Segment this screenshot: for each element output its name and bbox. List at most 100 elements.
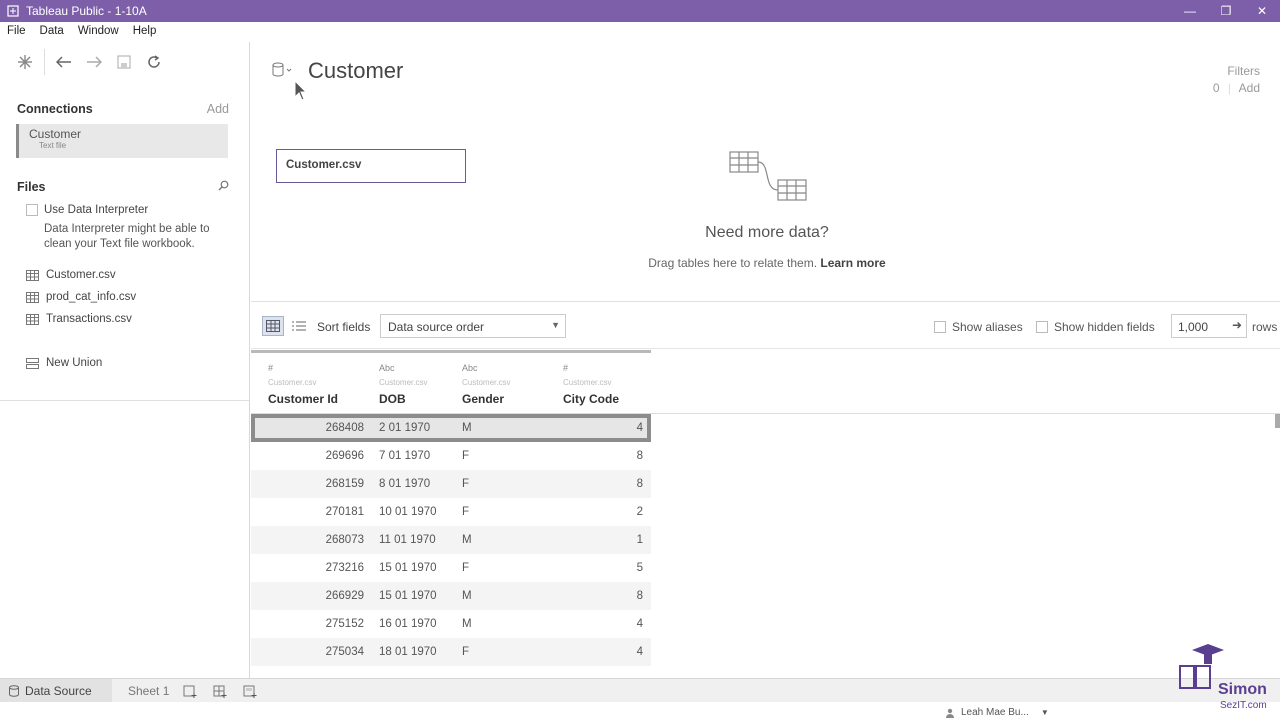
data-interpreter-label: Use Data Interpreter [44,204,149,216]
list-view-icon [292,321,306,331]
use-data-interpreter[interactable]: Use Data Interpreter [0,194,249,216]
new-union-item[interactable]: New Union [0,352,249,374]
data-source-title[interactable]: Customer [308,58,403,84]
menu-help[interactable]: Help [126,22,164,42]
menu-file[interactable]: File [0,22,33,42]
sheet-tab-1[interactable]: Sheet 1 [128,684,169,698]
rows-label: rows [1252,320,1278,334]
file-item-transactions[interactable]: Transactions.csv [0,308,249,330]
tableau-logo-icon[interactable] [10,47,40,77]
search-files-icon[interactable] [218,180,229,194]
table-row[interactable]: 266929 15 01 1970 M 8 [251,582,651,610]
sort-fields-select[interactable]: Data source order ▼ [380,314,566,338]
user-menu[interactable]: Leah Mae Bu... ▼ [945,707,1049,718]
table-row[interactable]: 273216 15 01 1970 F 5 [251,554,651,582]
status-bar: Leah Mae Bu... ▼ [0,702,1280,720]
column-source: Customer.csv [268,378,317,387]
table-cell: 15 01 1970 [379,590,437,602]
new-story-icon[interactable] [242,683,258,699]
table-row[interactable]: 268408 2 01 1970 M 4 [251,414,651,442]
table-cell: F [462,562,470,574]
show-aliases-label: Show aliases [952,320,1023,334]
chevron-down-icon: ▼ [551,320,560,330]
column-name: Gender [462,392,505,406]
table-cell: 16 01 1970 [379,618,437,630]
data-interpreter-checkbox[interactable] [26,204,38,216]
interpreter-note-line-1: Data Interpreter might be able to [44,223,210,235]
table-cell: 5 [636,562,643,574]
table-row[interactable]: 270181 10 01 1970 F 2 [251,498,651,526]
rows-count-input[interactable]: 1,000 ➜ [1171,314,1247,338]
menu-window[interactable]: Window [71,22,126,42]
column-source: Customer.csv [462,378,511,387]
table-cell: M [462,534,472,546]
connection-item-customer[interactable]: Customer Text file [16,124,228,158]
simon-sezit-watermark: Simon SezIT.com [1160,642,1276,712]
grid-view-button[interactable] [262,316,284,336]
connection-name: Customer [29,127,82,141]
number-type-icon[interactable]: # [268,363,338,377]
table-row[interactable]: 268073 11 01 1970 M 1 [251,526,651,554]
list-view-button[interactable] [288,316,310,336]
vertical-scrollbar[interactable] [1275,414,1280,428]
column-header-customer-id[interactable]: # Customer.csv Customer Id [268,353,338,406]
window-titlebar: Tableau Public - 1-10A — ❐ ✕ [0,0,1280,22]
column-header-city-code[interactable]: # Customer.csv City Code [563,353,619,406]
number-type-icon[interactable]: # [563,363,619,377]
minimize-button[interactable]: — [1172,0,1208,22]
table-chip-customer[interactable]: Customer.csv [276,149,466,183]
table-cell: 8 [636,478,643,490]
tableau-app-icon [6,4,20,18]
chevron-down-icon: ▼ [1040,708,1049,717]
redo-icon[interactable] [79,47,109,77]
new-dashboard-icon[interactable] [212,683,228,699]
database-icon[interactable] [272,62,294,78]
new-worksheet-icon[interactable] [182,683,198,699]
add-connection-link[interactable]: Add [207,102,229,116]
new-union-label: New Union [46,357,103,369]
string-type-icon[interactable]: Abc [379,363,427,377]
undo-icon[interactable] [49,47,79,77]
table-cell: 268159 [325,478,364,490]
show-hidden-fields-option[interactable]: Show hidden fields [1036,320,1155,334]
close-button[interactable]: ✕ [1244,0,1280,22]
data-source-tab[interactable]: Data Source [0,679,112,702]
need-more-data: Need more data? Drag tables here to rela… [648,142,886,270]
menu-data[interactable]: Data [33,22,71,42]
grid-body: 268408 2 01 1970 M 4 269696 7 01 1970 F 8 268159… [251,414,651,666]
arrow-right-icon[interactable]: ➜ [1232,318,1242,332]
data-source-canvas: Customer Filters 0 | Add Customer.csv Ne… [251,42,1280,302]
menu-bar: File Data Window Help [0,22,1280,42]
string-type-icon[interactable]: Abc [462,363,510,377]
table-row[interactable]: 269696 7 01 1970 F 8 [251,442,651,470]
mouse-cursor-icon [294,80,308,101]
table-cell: 7 01 1970 [379,450,431,462]
window-title: Tableau Public - 1-10A [26,4,147,18]
relate-tables-icon [729,151,807,201]
save-icon[interactable] [109,47,139,77]
file-name: Transactions.csv [46,313,132,325]
sort-fields-value: Data source order [388,320,485,334]
table-row[interactable]: 275034 18 01 1970 F 4 [251,638,651,666]
watermark-line1: Simon [1218,681,1267,698]
show-aliases-option[interactable]: Show aliases [934,320,1023,334]
table-cell: 2 01 1970 [379,422,431,434]
table-cell: F [462,506,470,518]
column-header-gender[interactable]: Abc Customer.csv Gender [462,353,510,406]
data-source-tab-label: Data Source [25,683,92,698]
show-aliases-checkbox[interactable] [934,321,946,333]
need-more-text: Drag tables here to relate them. [648,256,818,270]
column-header-dob[interactable]: Abc Customer.csv DOB [379,353,427,406]
show-hidden-fields-checkbox[interactable] [1036,321,1048,333]
file-item-prod-cat-info[interactable]: prod_cat_info.csv [0,286,249,308]
refresh-icon[interactable] [139,47,169,77]
learn-more-link[interactable]: Learn more [820,256,885,270]
files-title: Files [17,180,46,194]
maximize-button[interactable]: ❐ [1208,0,1244,22]
add-filter-link[interactable]: Add [1239,81,1260,95]
table-row[interactable]: 268159 8 01 1970 F 8 [251,470,651,498]
table-row[interactable]: 275152 16 01 1970 M 4 [251,610,651,638]
table-cell: 2 [636,506,643,518]
file-item-customer[interactable]: Customer.csv [0,264,249,286]
left-panel-divider [0,400,249,401]
